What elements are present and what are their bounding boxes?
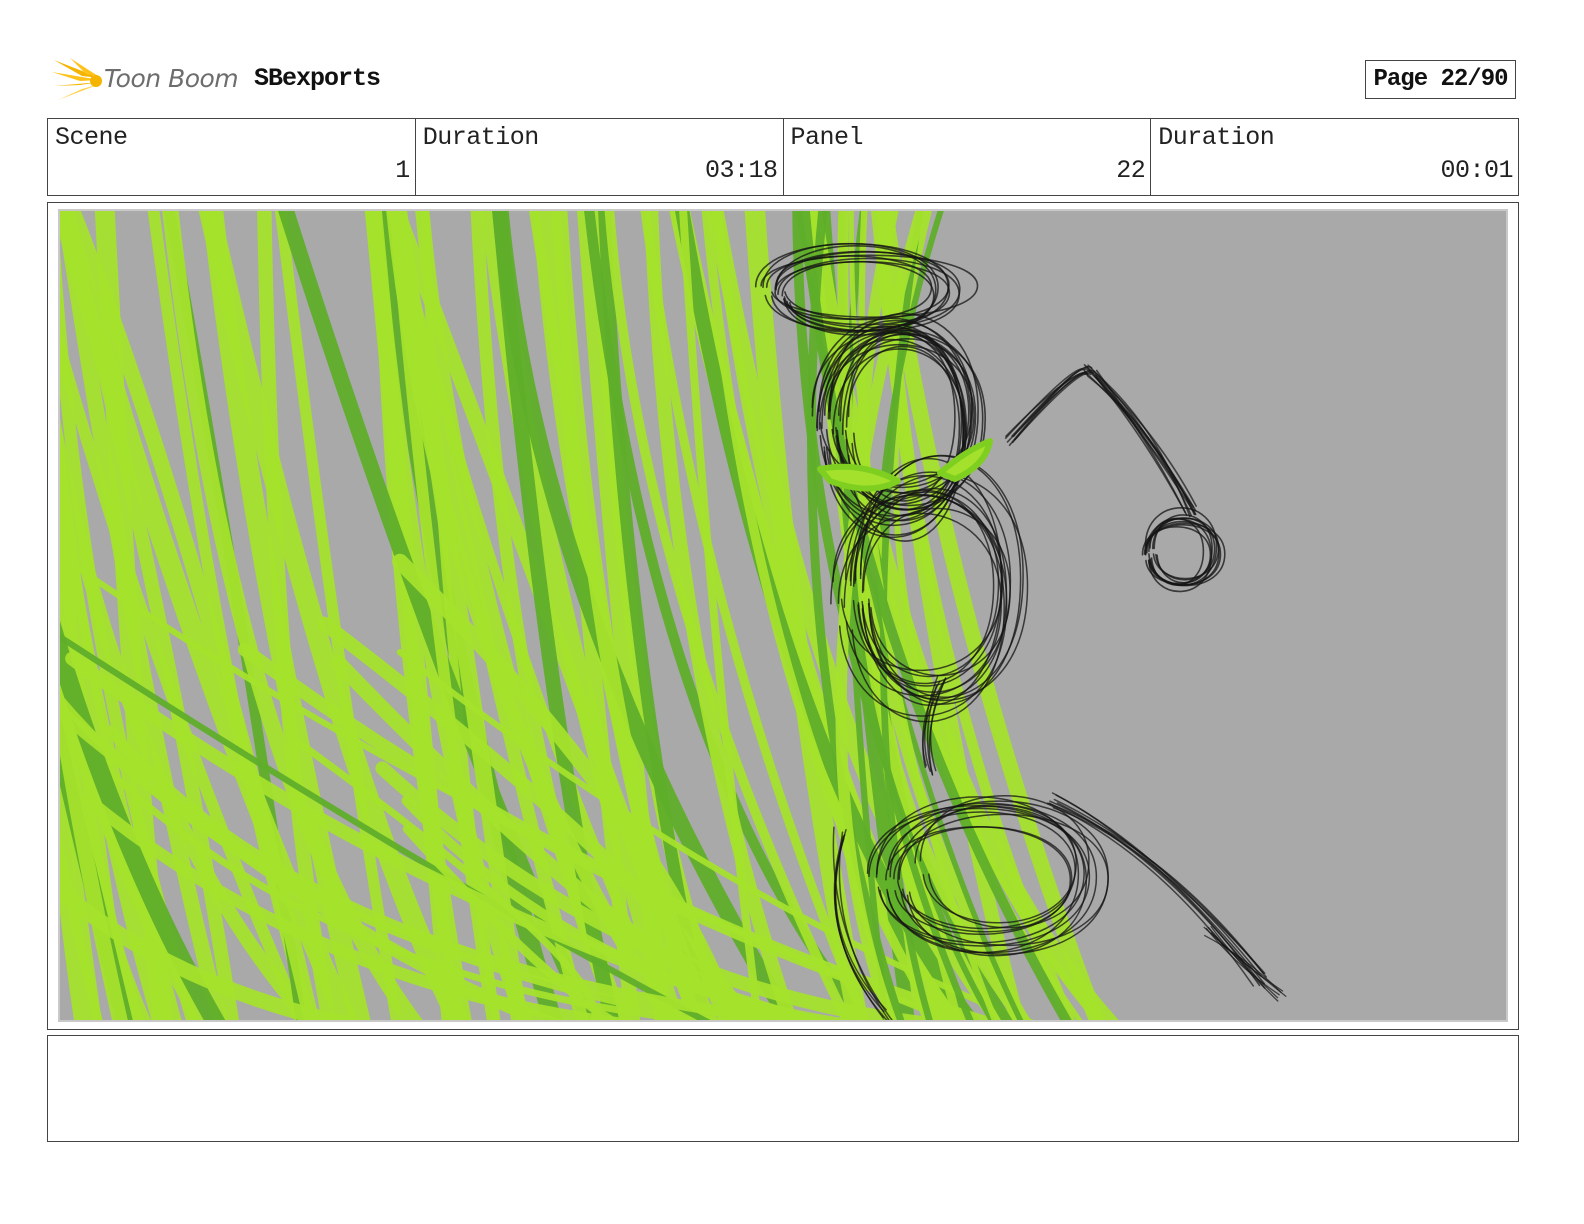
panel-duration-label: Duration (1158, 123, 1275, 152)
character-forearm (1084, 366, 1197, 515)
scene-duration-value: 03:18 (704, 156, 778, 185)
energy-strokes (60, 211, 1119, 1020)
character-forearm (1095, 369, 1197, 516)
panel-notes-box (47, 1035, 1519, 1142)
panel-info-table: Scene 1 Duration 03:18 Panel 22 Duration… (47, 118, 1519, 196)
storyboard-panel-sketch (58, 209, 1508, 1022)
panel-label: Panel (790, 123, 864, 152)
page-indicator: Page 22/90 (1365, 60, 1516, 99)
character-upper-arm (1011, 373, 1089, 444)
scene-duration-label: Duration (422, 123, 540, 152)
scene-value: 1 (395, 156, 410, 185)
panel-duration-value: 00:01 (1440, 156, 1513, 185)
scene-duration-cell: Duration 03:18 (416, 119, 784, 195)
logo-wordmark: Toon Boom (104, 64, 239, 93)
panel-value: 22 (1116, 156, 1146, 185)
character-forearm (1087, 375, 1196, 516)
panel-cell: Panel 22 (784, 119, 1152, 195)
scene-cell: Scene 1 (48, 119, 416, 195)
character-upper-arm (1014, 372, 1092, 441)
sketch-drawing (60, 211, 1287, 1020)
project-name: SBexports (254, 64, 381, 93)
panel-duration-cell: Duration 00:01 (1151, 119, 1518, 195)
scene-label: Scene (55, 123, 128, 152)
